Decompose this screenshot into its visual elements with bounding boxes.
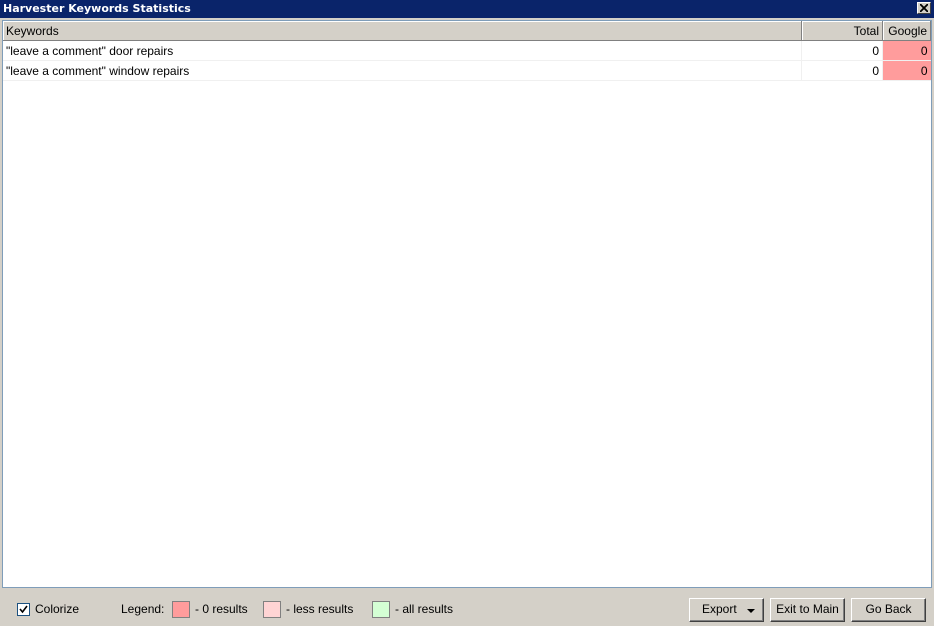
exit-label: Exit to Main xyxy=(776,602,839,616)
total-cell[interactable]: 0 xyxy=(801,40,883,61)
checkmark-icon xyxy=(19,605,28,614)
export-button[interactable]: Export xyxy=(689,598,764,622)
legend-label: Legend: xyxy=(121,602,165,616)
keyword-cell[interactable]: "leave a comment" door repairs xyxy=(3,40,802,61)
table-row[interactable]: "leave a comment" window repairs 0 0 xyxy=(3,60,931,81)
google-cell[interactable]: 0 xyxy=(882,60,931,81)
close-button[interactable] xyxy=(917,2,931,14)
header-google[interactable]: Google xyxy=(882,21,931,41)
header-total[interactable]: Total xyxy=(801,21,883,41)
legend-less-label: - less results xyxy=(286,602,354,616)
legend-swatch-zero xyxy=(172,601,190,618)
footer-bar: Colorize Legend: - 0 results - less resu… xyxy=(0,590,934,626)
close-icon xyxy=(920,4,928,12)
table-header-row: Keywords Total Google xyxy=(3,21,931,41)
header-keywords[interactable]: Keywords xyxy=(3,21,802,41)
colorize-checkbox[interactable] xyxy=(17,603,30,616)
title-bar: Harvester Keywords Statistics xyxy=(0,0,934,18)
export-label: Export xyxy=(702,602,737,616)
legend-swatch-all xyxy=(372,601,390,618)
dropdown-arrow-icon xyxy=(747,609,755,613)
go-back-label: Go Back xyxy=(865,602,912,616)
google-cell[interactable]: 0 xyxy=(882,40,931,61)
colorize-label[interactable]: Colorize xyxy=(35,602,79,616)
total-cell[interactable]: 0 xyxy=(801,60,883,81)
go-back-button[interactable]: Go Back xyxy=(851,598,926,622)
statistics-table: Keywords Total Google "leave a comment" … xyxy=(3,21,931,81)
keyword-cell[interactable]: "leave a comment" window repairs xyxy=(3,60,802,81)
table-row[interactable]: "leave a comment" door repairs 0 0 xyxy=(3,40,931,61)
exit-to-main-button[interactable]: Exit to Main xyxy=(770,598,845,622)
legend-zero-label: - 0 results xyxy=(195,602,248,616)
window-title: Harvester Keywords Statistics xyxy=(3,2,191,15)
legend-all-label: - all results xyxy=(395,602,454,616)
statistics-table-frame: Keywords Total Google "leave a comment" … xyxy=(2,20,932,588)
legend-swatch-less xyxy=(263,601,281,618)
